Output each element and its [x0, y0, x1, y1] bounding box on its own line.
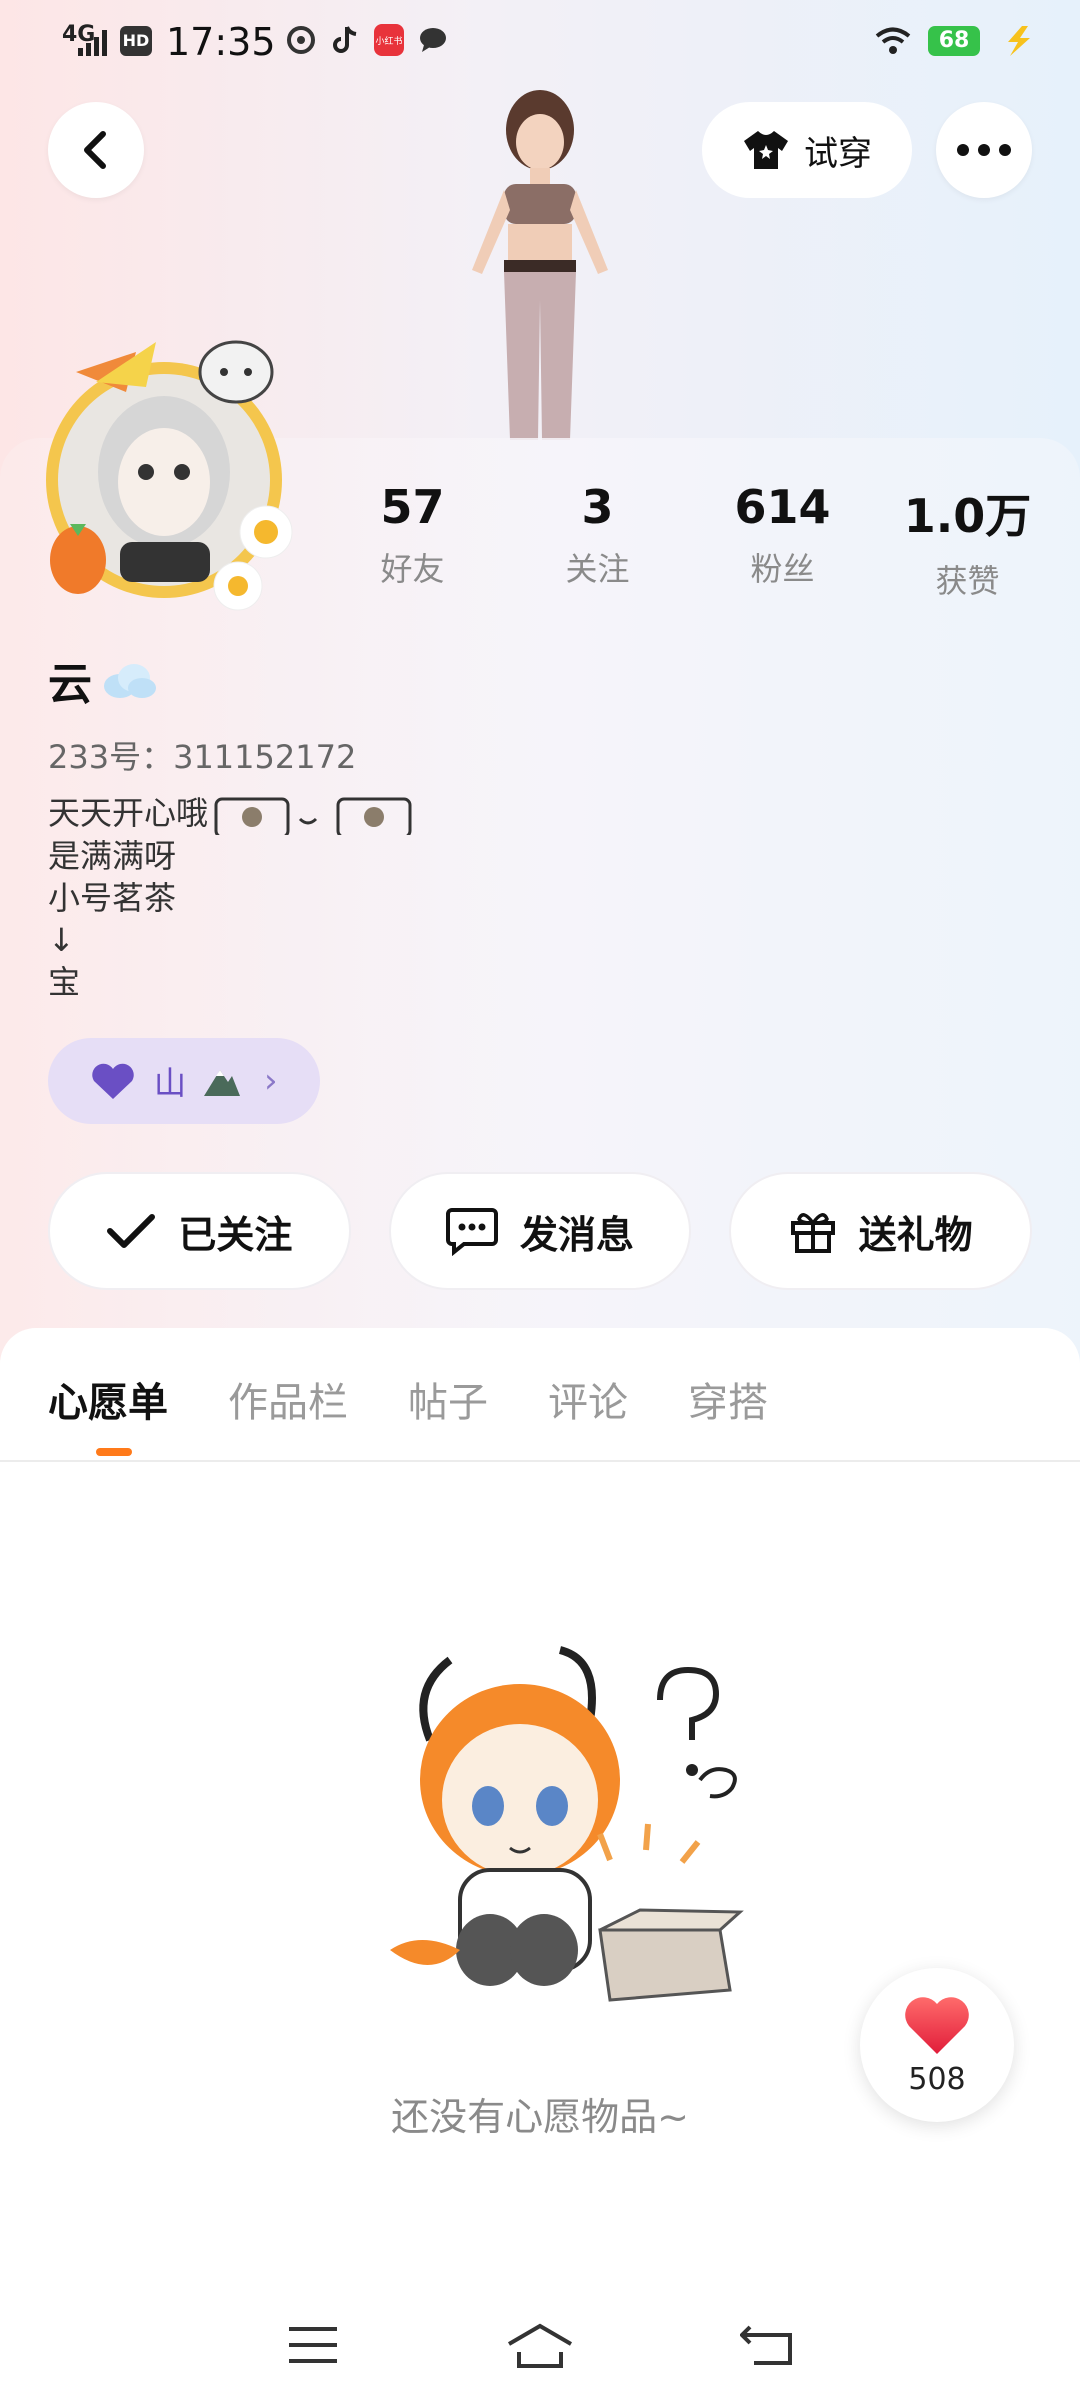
stat-label: 获赞	[935, 562, 1000, 600]
action-buttons: 已关注 发消息 送礼物	[48, 1172, 1033, 1292]
hd-icon: HD	[120, 26, 152, 56]
check-icon	[107, 1214, 156, 1248]
stat-value: 3	[581, 480, 614, 534]
gift-button[interactable]: 送礼物	[729, 1172, 1033, 1290]
stat-value: 1.0万	[903, 489, 1032, 543]
home-icon	[507, 2323, 572, 2368]
stat-label: 好友	[380, 550, 445, 588]
back-nav-button[interactable]	[727, 2315, 807, 2375]
try-on-button[interactable]: 试穿	[702, 102, 912, 198]
stat-label: 关注	[565, 550, 630, 588]
active-tab-indicator	[96, 1448, 132, 1456]
bio-line-4: ↓	[48, 921, 75, 959]
stat-following[interactable]: 3 关注	[505, 480, 690, 600]
stat-fans[interactable]: 614 粉丝	[690, 480, 875, 600]
menu-icon	[289, 2327, 338, 2363]
back-button[interactable]	[48, 102, 144, 198]
chevron-right-icon: ›	[264, 1061, 278, 1101]
chevron-left-icon	[84, 131, 106, 169]
follow-label: 已关注	[178, 1212, 293, 1257]
like-button[interactable]: 508	[860, 1968, 1014, 2122]
tabs-divider	[0, 1460, 1080, 1462]
notification-icons: 小红书	[286, 24, 448, 56]
like-count: 508	[908, 2061, 966, 2097]
stats-row: 57 好友 3 关注 614 粉丝 1.0万 获赞	[320, 480, 1060, 600]
tab-bar: 心愿单 作品栏 帖子 评论 穿搭	[48, 1370, 768, 1428]
qq-browser-icon	[286, 24, 316, 56]
tab-wishlist[interactable]: 心愿单	[48, 1370, 168, 1428]
username: 云	[48, 648, 158, 712]
username-text: 云	[48, 659, 92, 710]
message-label: 发消息	[520, 1212, 635, 1257]
xiaohongshu-icon: 小红书	[374, 24, 404, 56]
tab-posts[interactable]: 帖子	[408, 1370, 488, 1428]
system-nav-bar	[0, 2290, 1080, 2400]
tab-comments[interactable]: 评论	[548, 1370, 628, 1428]
mountain-icon	[204, 1070, 241, 1096]
empty-state-illustration	[390, 1646, 744, 2002]
try-on-label: 试穿	[804, 133, 872, 174]
bio-line-5: 宝	[48, 963, 81, 1001]
clock: 17:35	[166, 20, 276, 64]
stat-value: 614	[734, 480, 831, 534]
tiktok-icon	[330, 24, 360, 56]
cloud-icon	[104, 664, 156, 698]
gift-label: 送礼物	[858, 1212, 973, 1257]
gift-icon	[790, 1213, 835, 1253]
heart-icon	[92, 1063, 134, 1099]
tag-label: 山	[154, 1064, 187, 1102]
bio: 天天开心哦 是满满呀 小号茗茶 ↓ 宝	[48, 792, 418, 1003]
bio-line-3: 小号茗茶	[48, 879, 177, 917]
shirt-icon	[744, 131, 788, 169]
stat-likes[interactable]: 1.0万 获赞	[875, 480, 1060, 600]
heart-icon	[905, 1996, 969, 2054]
avatar-3d-figure	[472, 90, 608, 440]
user-id: 233号：311152172	[48, 738, 357, 776]
message-button[interactable]: 发消息	[388, 1172, 692, 1290]
tab-outfits[interactable]: 穿搭	[688, 1370, 768, 1428]
bio-line-1: 天天开心哦	[48, 792, 418, 839]
menu-nav-button[interactable]	[273, 2315, 353, 2375]
more-dots-icon	[957, 144, 1011, 156]
profile-avatar[interactable]	[36, 332, 298, 612]
stat-value: 57	[380, 480, 445, 534]
stat-friends[interactable]: 57 好友	[320, 480, 505, 600]
status-bar: 4G HD 17:35 小红书 68	[0, 0, 1080, 84]
relationship-tag[interactable]: 山 ›	[48, 1038, 320, 1124]
eyes-emoji-icon	[214, 797, 412, 839]
back-arrow-icon	[739, 2325, 792, 2365]
bio-line-2: 是满满呀	[48, 837, 177, 875]
home-nav-button[interactable]	[500, 2315, 580, 2375]
stat-label: 粉丝	[750, 550, 815, 588]
wifi-icon	[875, 27, 911, 54]
more-button[interactable]	[936, 102, 1032, 198]
battery-icon: 68	[928, 26, 980, 56]
charging-icon	[1008, 26, 1030, 56]
tab-works[interactable]: 作品栏	[228, 1370, 348, 1428]
follow-button[interactable]: 已关注	[48, 1172, 351, 1290]
signal-icon	[78, 30, 108, 56]
message-icon	[418, 24, 448, 56]
chat-icon	[446, 1208, 498, 1256]
status-right: 68	[874, 24, 1036, 58]
